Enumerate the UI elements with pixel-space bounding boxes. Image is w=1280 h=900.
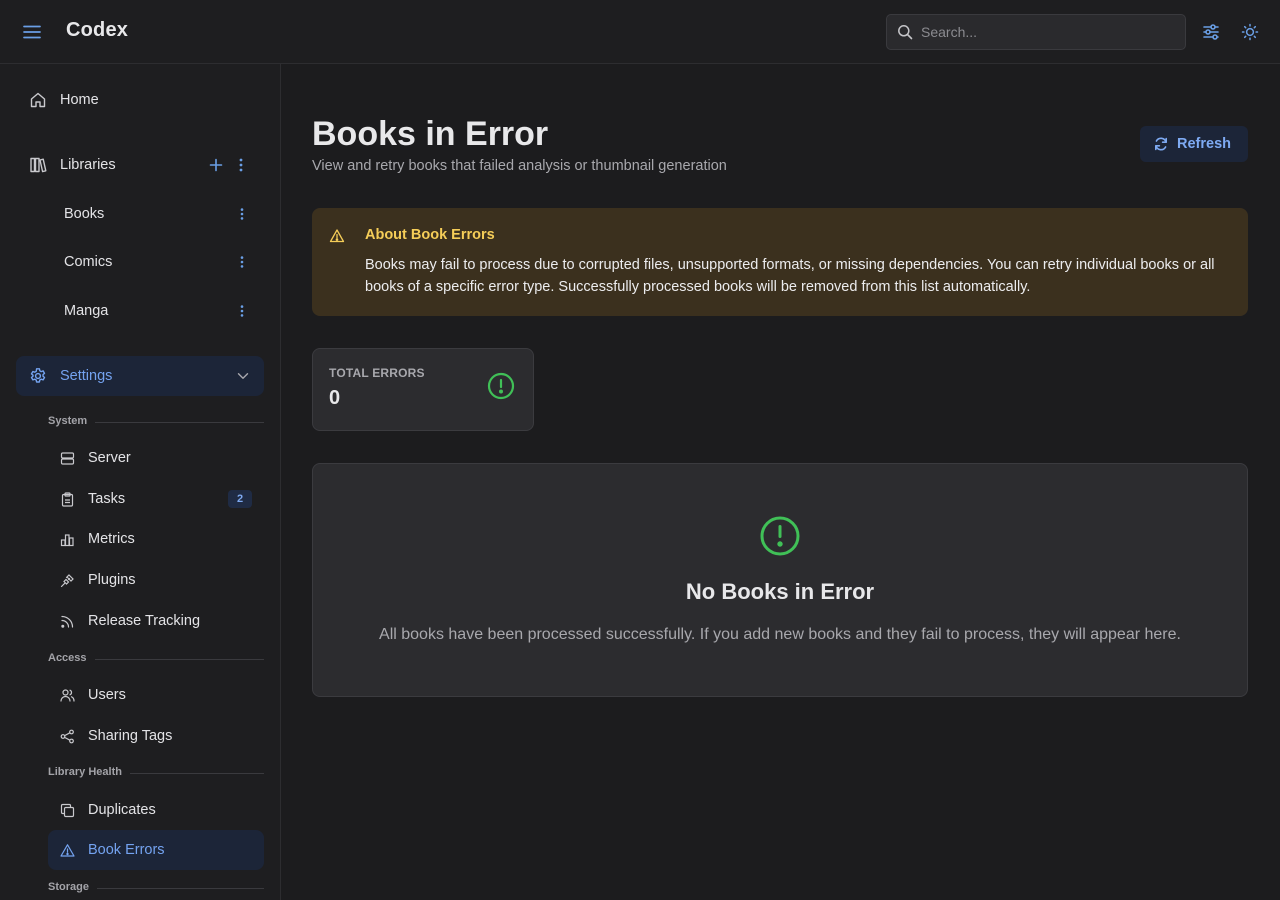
section-header-library-health: Library Health	[48, 766, 264, 780]
page-title: Books in Error	[312, 115, 549, 153]
empty-state-card: No Books in Error All books have been pr…	[312, 463, 1248, 697]
clipboard-icon	[59, 491, 75, 507]
sidebar-item-sharing-tags[interactable]: Sharing Tags	[48, 716, 264, 756]
search-input[interactable]	[921, 15, 1177, 49]
sidebar-item-label: Server	[88, 450, 131, 466]
bar-chart-icon	[59, 531, 75, 547]
add-library-icon[interactable]	[206, 155, 226, 175]
alert-body: Books may fail to process due to corrupt…	[365, 257, 1215, 295]
stat-value: 0	[329, 387, 341, 409]
refresh-icon	[1155, 137, 1167, 151]
sidebar-item-metrics[interactable]: Metrics	[48, 519, 264, 559]
sidebar: Home Libraries Books Comics Manga Settin…	[0, 64, 281, 900]
stat-label: TOTAL ERRORS	[329, 366, 425, 380]
gear-icon	[28, 366, 48, 386]
sidebar-item-home[interactable]: Home	[16, 80, 264, 120]
sidebar-item-label: Tasks	[88, 491, 126, 507]
alert-circle-icon	[760, 516, 800, 556]
section-header-access: Access	[48, 652, 264, 666]
server-icon	[59, 450, 75, 466]
library-icon	[28, 155, 48, 175]
sliders-icon[interactable]	[1199, 20, 1223, 44]
more-vertical-icon[interactable]	[234, 252, 250, 272]
empty-state-title: No Books in Error	[685, 579, 875, 604]
share-icon	[59, 728, 75, 744]
empty-state-message: All books have been processed successful…	[379, 626, 1181, 643]
sidebar-item-tasks[interactable]: Tasks 2	[48, 479, 264, 519]
sidebar-item-label: Home	[60, 92, 99, 108]
sidebar-item-duplicates[interactable]: Duplicates	[48, 790, 264, 830]
top-header: Codex	[0, 0, 1280, 64]
copy-icon	[59, 802, 75, 818]
warning-triangle-icon	[59, 842, 75, 858]
sidebar-item-label: Book Errors	[88, 842, 165, 858]
more-vertical-icon[interactable]	[234, 301, 250, 321]
more-vertical-icon[interactable]	[232, 155, 250, 175]
sidebar-item-label: Settings	[60, 368, 113, 384]
sidebar-item-libraries[interactable]: Libraries	[16, 145, 264, 185]
sidebar-item-users[interactable]: Users	[48, 675, 264, 715]
app-title: Codex	[66, 19, 129, 41]
alert-circle-icon	[487, 372, 515, 400]
sidebar-item-book-errors[interactable]: Book Errors	[48, 830, 264, 870]
page-subtitle: View and retry books that failed analysi…	[312, 158, 727, 174]
library-item-books[interactable]: Books	[48, 194, 264, 234]
home-icon	[28, 90, 48, 110]
refresh-button-label: Refresh	[1177, 136, 1231, 152]
tasks-count-badge: 2	[228, 490, 252, 508]
library-label: Books	[64, 206, 105, 222]
chevron-down-icon	[234, 367, 252, 385]
library-label: Comics	[64, 254, 113, 270]
rss-icon	[59, 613, 75, 629]
section-header-system: System	[48, 415, 264, 429]
search-icon	[898, 25, 913, 40]
library-label: Manga	[64, 303, 109, 319]
plug-icon	[59, 572, 75, 588]
sidebar-item-label: Duplicates	[88, 802, 156, 818]
hamburger-menu-icon[interactable]	[20, 20, 44, 44]
sidebar-item-label: Users	[88, 687, 126, 703]
search-box[interactable]	[886, 14, 1186, 50]
refresh-button[interactable]: Refresh	[1140, 126, 1248, 162]
alert-title: About Book Errors	[365, 227, 495, 243]
section-header-storage: Storage	[48, 881, 264, 895]
library-item-manga[interactable]: Manga	[48, 291, 264, 331]
sun-icon[interactable]	[1238, 20, 1262, 44]
sidebar-item-settings[interactable]: Settings	[16, 356, 264, 396]
sidebar-item-label: Libraries	[60, 157, 116, 173]
sidebar-item-server[interactable]: Server	[48, 438, 264, 478]
library-item-comics[interactable]: Comics	[48, 242, 264, 282]
total-errors-card: TOTAL ERRORS 0	[312, 348, 534, 431]
sidebar-item-label: Sharing Tags	[88, 728, 173, 744]
sidebar-item-label: Metrics	[88, 531, 135, 547]
more-vertical-icon[interactable]	[234, 204, 250, 224]
about-errors-alert: About Book Errors Books may fail to proc…	[312, 208, 1248, 316]
sidebar-item-plugins[interactable]: Plugins	[48, 560, 264, 600]
warning-triangle-icon	[329, 229, 345, 243]
sidebar-item-release-tracking[interactable]: Release Tracking	[48, 601, 264, 641]
users-icon	[59, 687, 75, 703]
sidebar-item-label: Plugins	[88, 572, 136, 588]
sidebar-item-label: Release Tracking	[88, 613, 201, 629]
